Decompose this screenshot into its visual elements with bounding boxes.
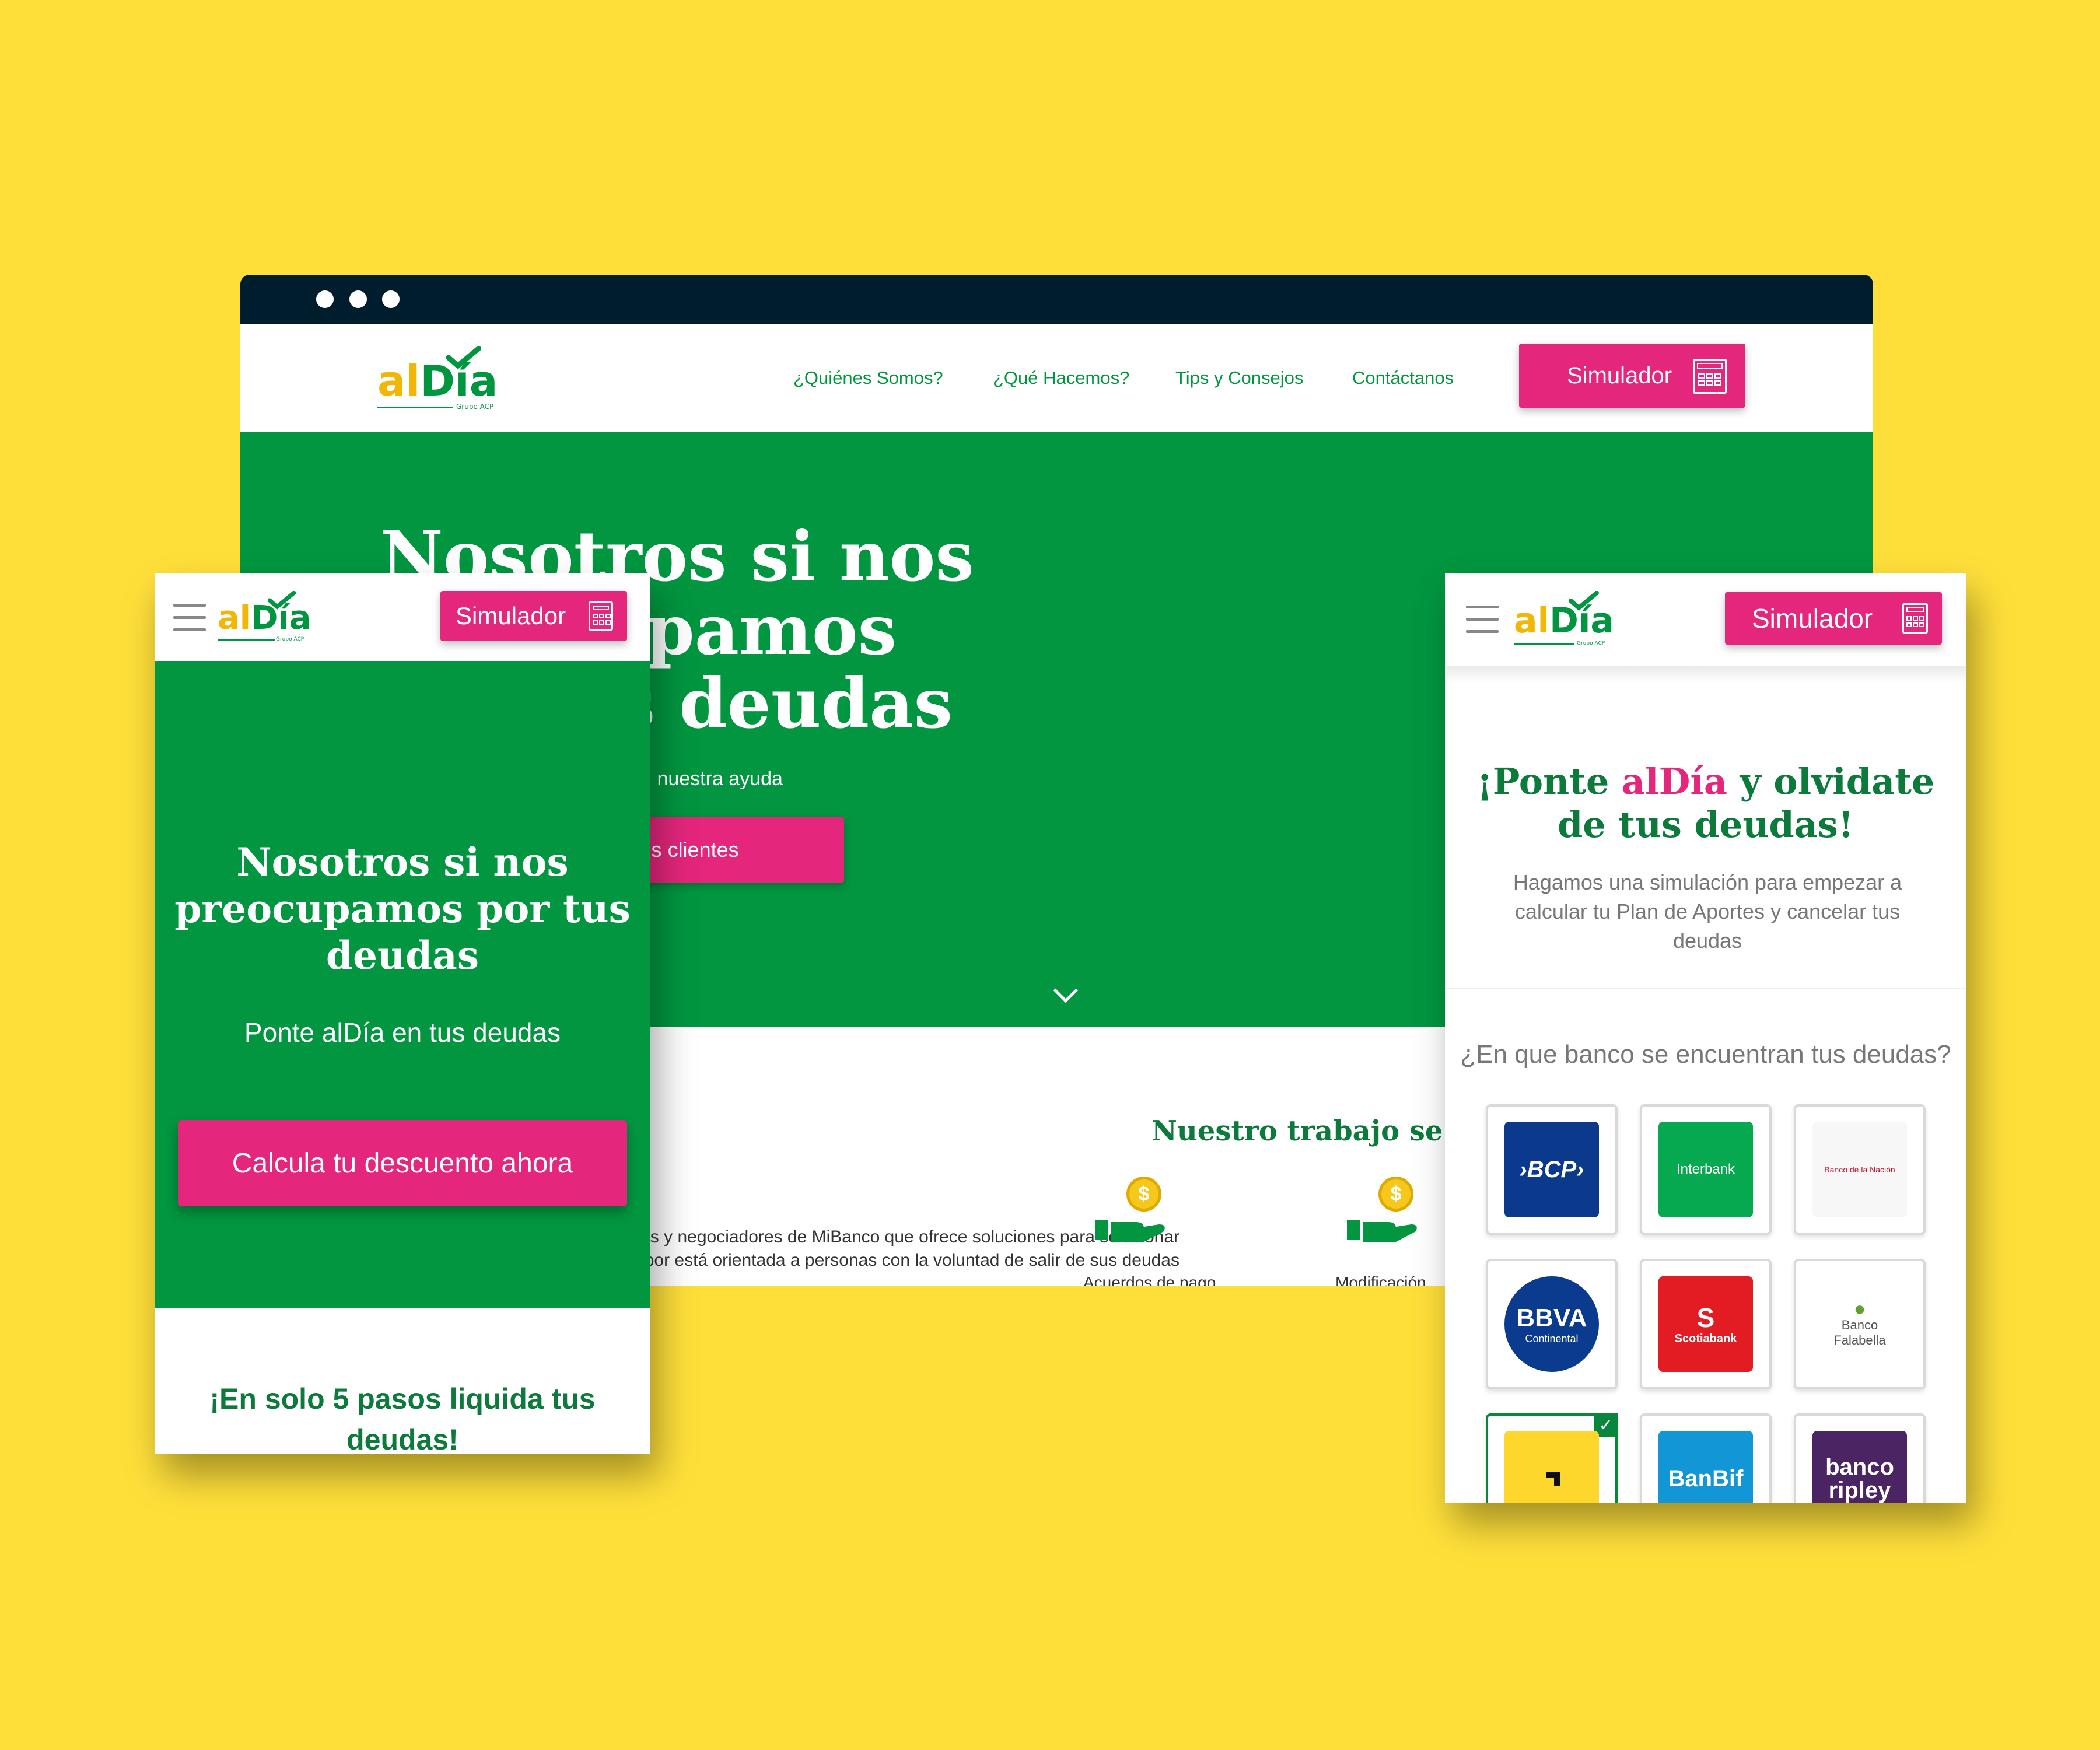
checkmark-icon bbox=[446, 346, 481, 369]
simulator-button[interactable]: Simulador bbox=[440, 591, 627, 641]
bank-option-bcp[interactable]: ›BCP› bbox=[1486, 1104, 1618, 1235]
bbva-logo: BBVA Continental bbox=[1504, 1276, 1599, 1372]
mobile-header: alDía Grupo ACP Simulador bbox=[155, 573, 650, 661]
money-hand-icon bbox=[1347, 1220, 1417, 1242]
banco-nacion-logo: Banco de la Nación bbox=[1812, 1122, 1907, 1217]
simulator-description: Hagamos una simulación para empezar a ca… bbox=[1513, 870, 1902, 953]
aldia-logo[interactable]: alDía Grupo ACP bbox=[1514, 591, 1614, 649]
pichincha-logo bbox=[1504, 1431, 1599, 1503]
chevron-down-icon[interactable] bbox=[1053, 978, 1079, 1003]
aldia-logo[interactable]: alDía Grupo ACP bbox=[377, 346, 500, 411]
window-dot-icon bbox=[382, 290, 400, 308]
aldia-logo[interactable]: alDía Grupo ACP bbox=[218, 591, 311, 643]
window-dot-icon bbox=[316, 290, 334, 308]
calculate-discount-button[interactable]: Calcula tu descuento ahora bbox=[178, 1120, 627, 1206]
feature-item: $ Modificación bbox=[1335, 1177, 1426, 1286]
simulator-button[interactable]: Simulador bbox=[1725, 592, 1942, 645]
bcp-logo: ›BCP› bbox=[1504, 1122, 1599, 1217]
checkmark-icon bbox=[268, 591, 296, 610]
nav-link-que-hacemos[interactable]: ¿Qué Hacemos? bbox=[993, 368, 1129, 388]
hero-title: Nosotros si nos preocupamos por tus deud… bbox=[174, 839, 631, 978]
calculator-icon bbox=[589, 601, 613, 631]
ripley-logo: banco ripley bbox=[1812, 1431, 1907, 1503]
bank-option-bbva[interactable]: BBVA Continental bbox=[1486, 1259, 1618, 1390]
coin-icon: $ bbox=[1378, 1177, 1413, 1212]
mobile-simulator-mockup: alDía Grupo ACP Simulador ¡Ponte alDía y… bbox=[1445, 573, 1966, 1503]
hero-subtitle: Ponte alDía en tus deudas bbox=[244, 1017, 561, 1048]
bank-option-interbank[interactable]: Interbank bbox=[1640, 1104, 1772, 1235]
nav-link-contactanos[interactable]: Contáctanos bbox=[1352, 368, 1454, 388]
desktop-navbar: alDía Grupo ACP ¿Quiénes Somos? ¿Qué Hac… bbox=[240, 324, 1873, 432]
calculator-icon bbox=[1693, 359, 1727, 394]
divider bbox=[1445, 988, 1966, 989]
nav-link-quienes-somos[interactable]: ¿Quiénes Somos? bbox=[793, 368, 943, 388]
bank-option-banbif[interactable]: BanBif bbox=[1640, 1413, 1772, 1503]
money-hand-icon bbox=[1095, 1220, 1165, 1242]
nav-link-tips[interactable]: Tips y Consejos bbox=[1175, 368, 1303, 388]
steps-heading: ¡En solo 5 pasos liquida tus deudas! bbox=[209, 1382, 596, 1454]
bank-question: ¿En que banco se encuentran tus deudas? bbox=[1460, 1040, 1951, 1069]
hamburger-menu-icon[interactable] bbox=[173, 604, 206, 632]
calculator-icon bbox=[1902, 603, 1928, 634]
mobile-home-mockup: alDía Grupo ACP Simulador Nosotros si no… bbox=[155, 573, 650, 1454]
bank-option-pichincha[interactable]: ✓ bbox=[1486, 1413, 1618, 1503]
checkmark-icon bbox=[1569, 591, 1599, 611]
scotiabank-logo: S Scotiabank bbox=[1658, 1276, 1753, 1372]
mobile-header: alDía Grupo ACP Simulador bbox=[1445, 573, 1966, 666]
bank-option-banco-nacion[interactable]: Banco de la Nación bbox=[1794, 1104, 1926, 1235]
mobile-hero: Nosotros si nos preocupamos por tus deud… bbox=[155, 661, 650, 1308]
coin-icon: $ bbox=[1126, 1177, 1161, 1212]
browser-chrome bbox=[240, 275, 1873, 324]
simulator-title: ¡Ponte alDía y olvidate de tus deudas! bbox=[1476, 760, 1935, 846]
window-dot-icon bbox=[349, 290, 367, 308]
feature-item: $ Acuerdos de pago bbox=[1083, 1177, 1216, 1286]
hamburger-menu-icon[interactable] bbox=[1466, 606, 1499, 634]
bank-option-ripley[interactable]: banco ripley bbox=[1794, 1413, 1926, 1503]
bank-option-scotiabank[interactable]: S Scotiabank bbox=[1640, 1259, 1772, 1390]
banbif-logo: BanBif bbox=[1658, 1431, 1753, 1503]
interbank-logo: Interbank bbox=[1658, 1122, 1753, 1217]
bank-option-falabella[interactable]: ● Banco Falabella bbox=[1794, 1259, 1926, 1390]
simulator-button[interactable]: Simulador bbox=[1519, 344, 1745, 408]
falabella-logo: ● Banco Falabella bbox=[1812, 1276, 1907, 1372]
